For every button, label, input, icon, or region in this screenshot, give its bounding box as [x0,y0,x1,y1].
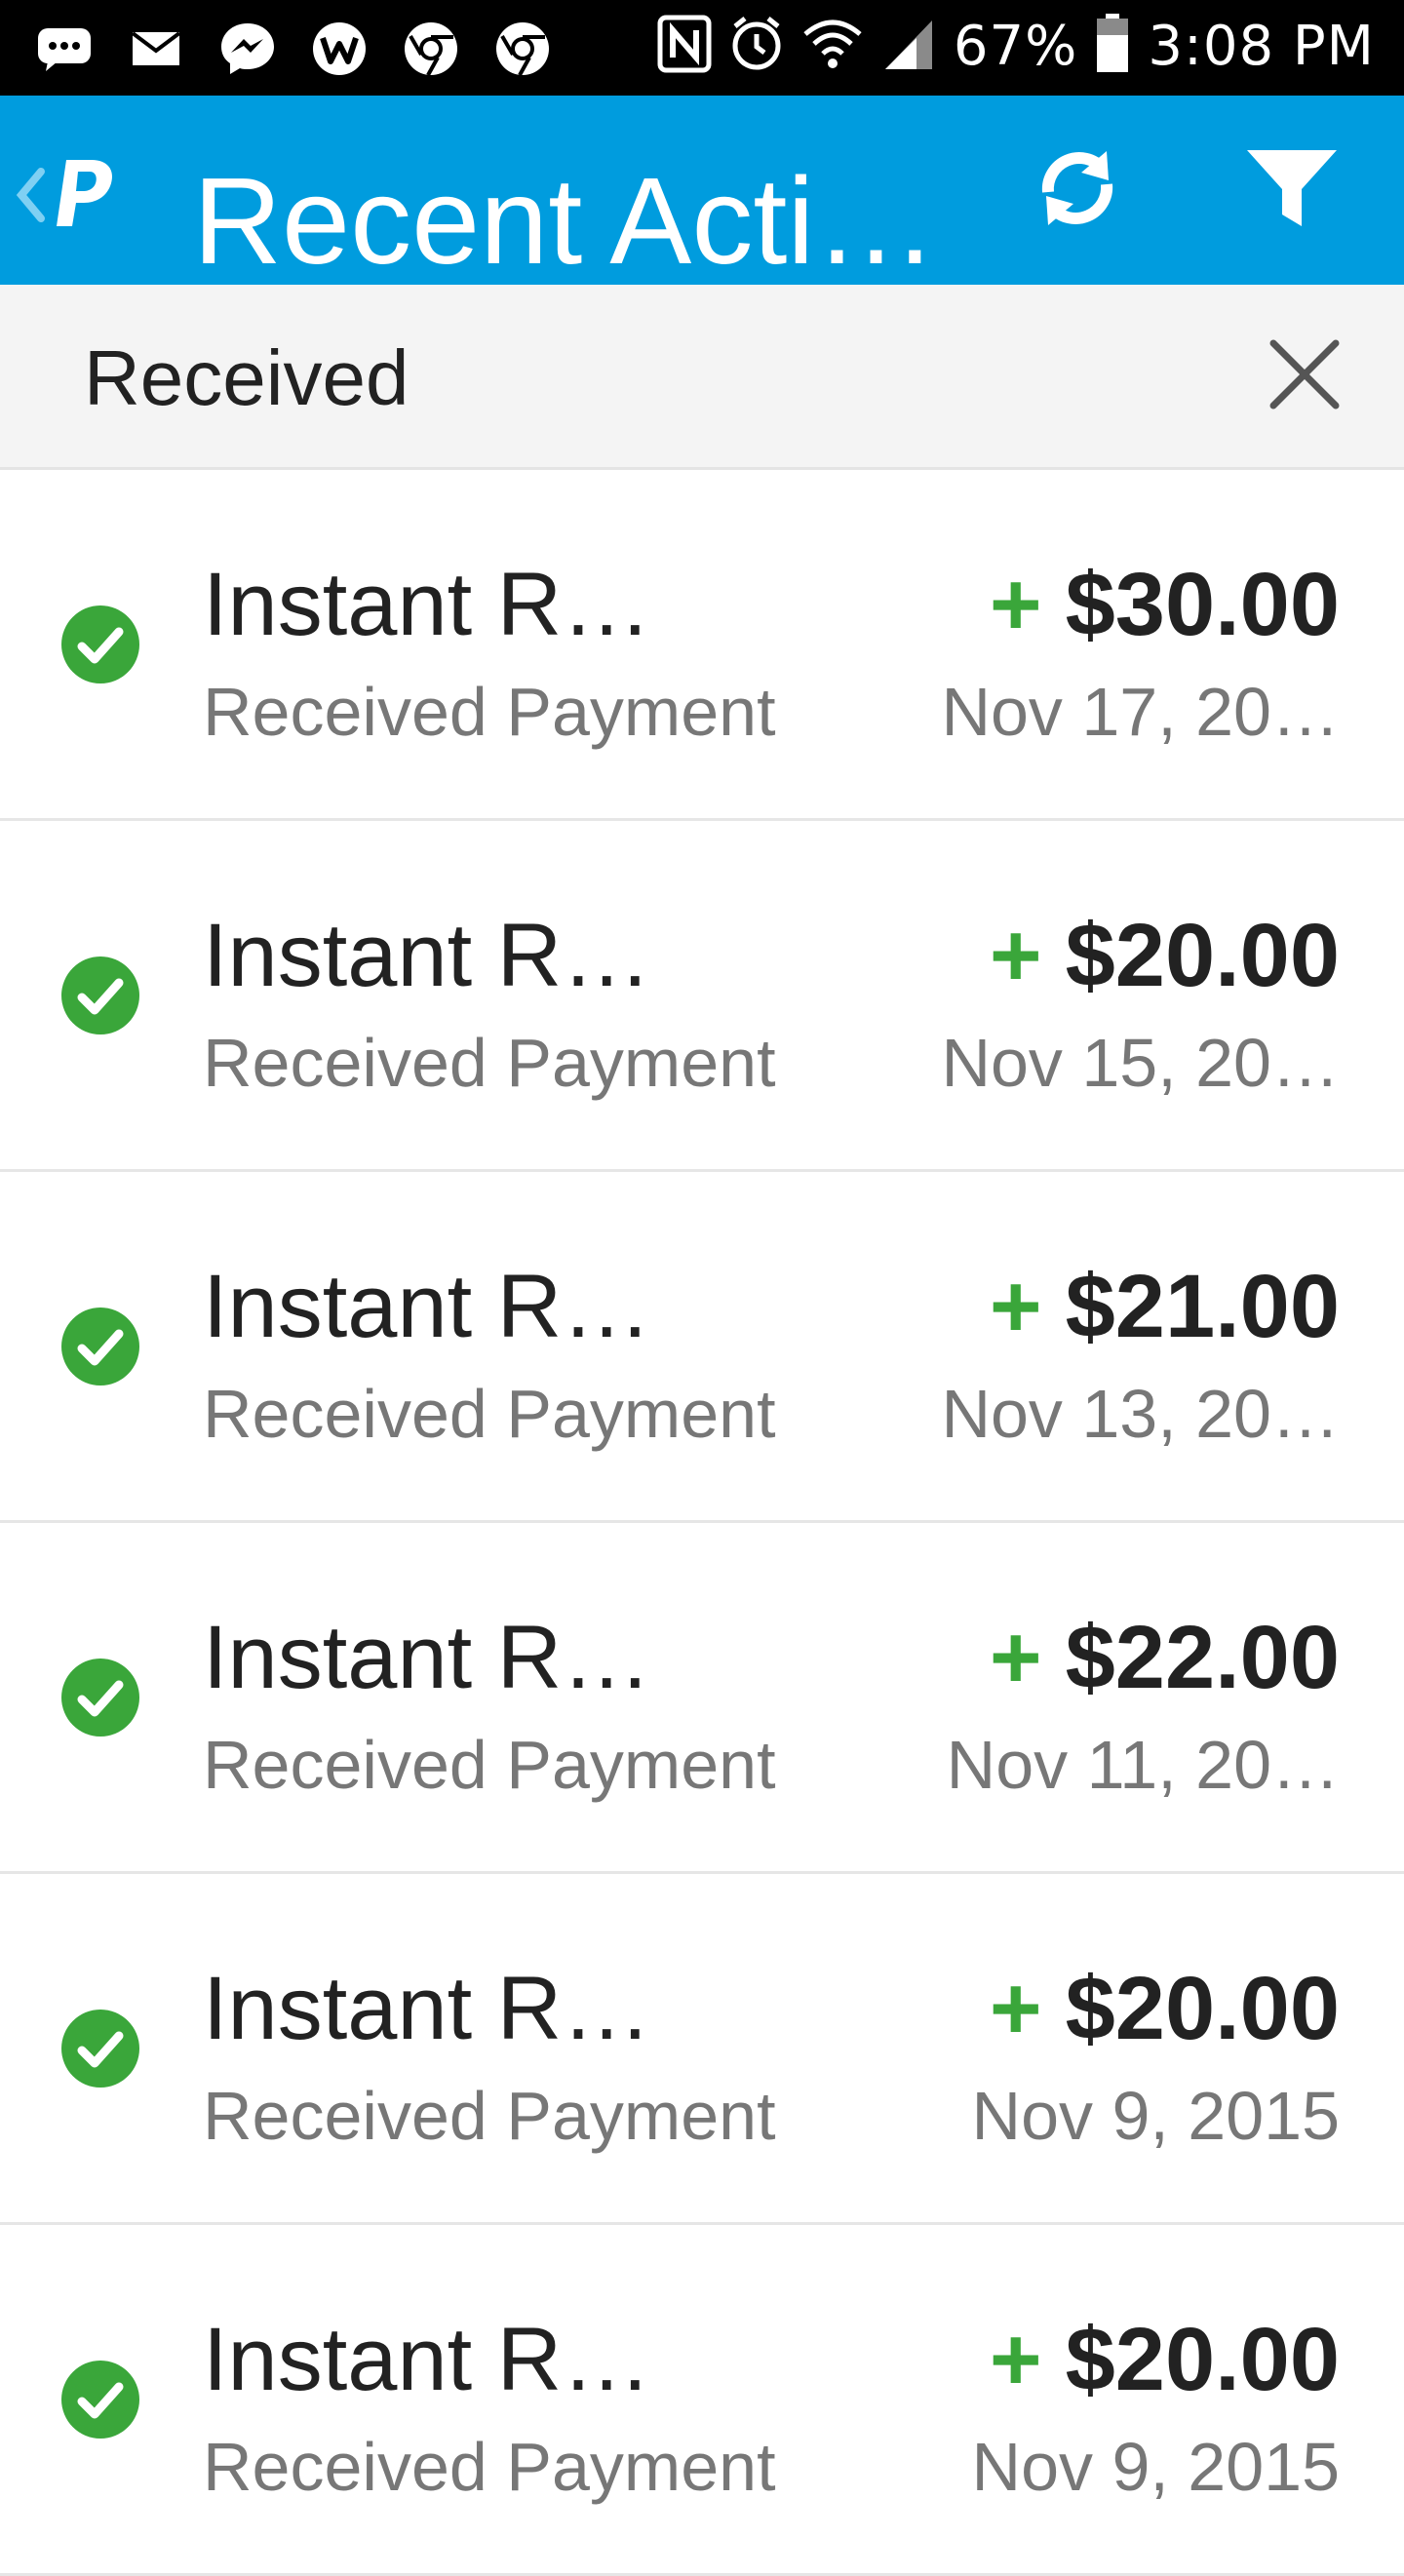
amount-value: $20.00 [1065,1959,1340,2058]
check-circle-icon [60,956,140,1035]
check-circle-icon [60,2360,140,2439]
mail-icon [125,18,187,80]
transaction-date: Nov 9, 2015 [971,2078,1340,2154]
transaction-row[interactable]: Instant R… Received Payment + $21.00 Nov … [0,1172,1404,1523]
paypal-logo-icon [47,154,121,241]
transaction-type: Received Payment [203,2429,776,2505]
status-bar: 67% 3:08 PM [0,0,1404,96]
refresh-button[interactable] [1024,137,1131,244]
close-icon [1268,337,1342,416]
chevron-left-icon [14,166,47,229]
amount-sign: + [989,555,1042,654]
w-app-icon [308,18,370,80]
notification-icons [33,18,554,80]
transaction-row[interactable]: Instant R… Received Payment + $20.00 Nov … [0,1874,1404,2225]
transaction-date: Nov 13, 20… [941,1376,1340,1452]
amount-value: $22.00 [1065,1608,1340,1707]
transaction-type: Received Payment [203,1376,776,1452]
filter-label: Received [84,334,410,421]
transaction-row[interactable]: Instant R… Received Payment + $30.00 Nov … [0,470,1404,821]
filter-header: Received [0,285,1404,470]
transaction-type: Received Payment [203,1727,776,1803]
messenger-icon [216,18,279,80]
filter-button[interactable] [1238,137,1346,244]
system-icons: 67% 3:08 PM [657,14,1375,79]
transaction-type: Received Payment [203,674,776,750]
transaction-name: Instant R… [203,1257,652,1356]
amount-value: $20.00 [1065,2310,1340,2409]
transaction-name: Instant R… [203,555,652,654]
amount-sign: + [989,906,1042,1005]
transaction-date: Nov 15, 20… [941,1025,1340,1101]
transaction-amount: + $20.00 [990,905,1340,1007]
amount-sign: + [989,1257,1042,1356]
chrome-icon [400,18,462,80]
signal-icon [881,15,936,78]
app-bar: Recent Acti… [0,96,1404,289]
amount-sign: + [989,2310,1042,2409]
battery-icon [1095,14,1130,79]
transaction-row[interactable]: Instant R… Received Payment + $20.00 Nov … [0,821,1404,1172]
amount-sign: + [989,1959,1042,2058]
check-circle-icon [60,605,140,684]
check-circle-icon [60,1307,140,1386]
transaction-row[interactable]: Instant R… Received Payment + $20.00 Nov … [0,2225,1404,2576]
transaction-amount: + $20.00 [990,1958,1340,2060]
amount-sign: + [989,1608,1042,1707]
filter-icon [1243,146,1341,235]
clear-filter-button[interactable] [1258,330,1351,423]
battery-percent: 67% [953,15,1078,78]
page-title: Recent Acti… [193,152,938,290]
transaction-date: Nov 11, 20… [946,1727,1340,1803]
transaction-type: Received Payment [203,2078,776,2154]
transaction-type: Received Payment [203,1025,776,1101]
transaction-date: Nov 9, 2015 [971,2429,1340,2505]
transaction-list: Instant R… Received Payment + $30.00 Nov … [0,470,1404,2576]
transaction-name: Instant R… [203,1959,652,2058]
amount-value: $30.00 [1065,555,1340,654]
amount-value: $21.00 [1065,1257,1340,1356]
transaction-name: Instant R… [203,1608,652,1707]
check-circle-icon [60,2009,140,2088]
transaction-amount: + $20.00 [990,2309,1340,2411]
alarm-icon [729,15,784,78]
check-circle-icon [60,1658,140,1737]
transaction-row[interactable]: Instant R… Received Payment + $22.00 Nov … [0,1523,1404,1874]
status-time: 3:08 PM [1148,15,1375,78]
transaction-name: Instant R… [203,906,652,1005]
back-button[interactable] [14,154,121,241]
chat-icon [33,18,96,80]
refresh-icon [1031,141,1124,240]
wifi-icon [801,15,864,78]
nfc-icon [657,15,712,78]
amount-value: $20.00 [1065,906,1340,1005]
transaction-amount: + $22.00 [990,1607,1340,1709]
transaction-name: Instant R… [203,2310,652,2409]
transaction-date: Nov 17, 20… [941,674,1340,750]
chrome-icon [491,18,554,80]
transaction-amount: + $21.00 [990,1256,1340,1358]
transaction-amount: + $30.00 [990,554,1340,656]
